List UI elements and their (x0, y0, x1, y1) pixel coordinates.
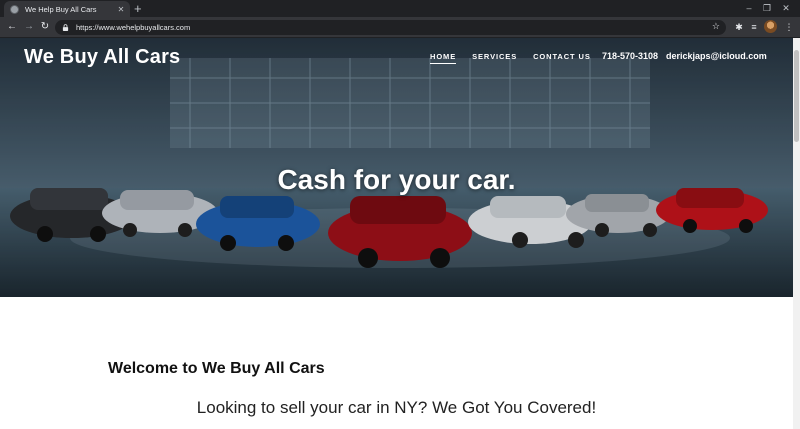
back-icon[interactable]: ← (5, 20, 19, 34)
tab-strip: We Help Buy All Cars ✕ + – ❐ ✕ (0, 0, 800, 17)
hero-banner: We Buy All Cars HOME SERVICES CONTACT US… (0, 38, 793, 297)
main-nav: HOME SERVICES CONTACT US (430, 52, 607, 64)
browser-toolbar: ← → ↻ https://www.wehelpbuyallcars.com ☆… (0, 17, 800, 38)
page-viewport: We Buy All Cars HOME SERVICES CONTACT US… (0, 38, 793, 429)
phone-link[interactable]: 718-570-3108 (602, 51, 658, 61)
hero-tagline: Cash for your car. (277, 164, 516, 195)
address-bar[interactable]: https://www.wehelpbuyallcars.com ☆ (55, 20, 726, 35)
welcome-heading: Welcome to We Buy All Cars (108, 360, 325, 377)
window-close-icon[interactable]: ✕ (777, 1, 795, 15)
nav-services[interactable]: SERVICES (472, 52, 517, 64)
plus-icon[interactable]: + (134, 1, 142, 16)
puzzle-icon[interactable]: ✱ (733, 21, 745, 33)
nav-home[interactable]: HOME (430, 52, 457, 64)
scrollbar-thumb[interactable] (794, 50, 799, 142)
close-icon[interactable]: ✕ (115, 5, 127, 14)
favicon-icon (10, 4, 19, 14)
reload-icon[interactable]: ↻ (38, 20, 52, 34)
lock-icon (62, 24, 69, 31)
nav-contact-us[interactable]: CONTACT US (533, 52, 591, 64)
welcome-subheading: Looking to sell your car in NY? We Got Y… (196, 398, 597, 417)
reading-list-icon[interactable]: ≡ (748, 21, 760, 33)
forward-icon[interactable]: → (22, 20, 36, 34)
email-link[interactable]: derickjaps@icloud.com (666, 51, 767, 61)
url-text: https://www.wehelpbuyallcars.com (76, 23, 191, 32)
tab-title: We Help Buy All Cars (25, 4, 97, 14)
page-scrollbar[interactable] (793, 38, 800, 429)
site-logo[interactable]: We Buy All Cars (24, 46, 180, 69)
browser-tab[interactable]: We Help Buy All Cars ✕ (4, 1, 130, 17)
profile-avatar[interactable] (764, 20, 777, 33)
more-icon[interactable]: ⋮ (783, 21, 795, 33)
restore-icon[interactable]: ❐ (758, 1, 776, 15)
minimize-icon[interactable]: – (740, 1, 758, 15)
star-icon[interactable]: ☆ (712, 21, 720, 32)
